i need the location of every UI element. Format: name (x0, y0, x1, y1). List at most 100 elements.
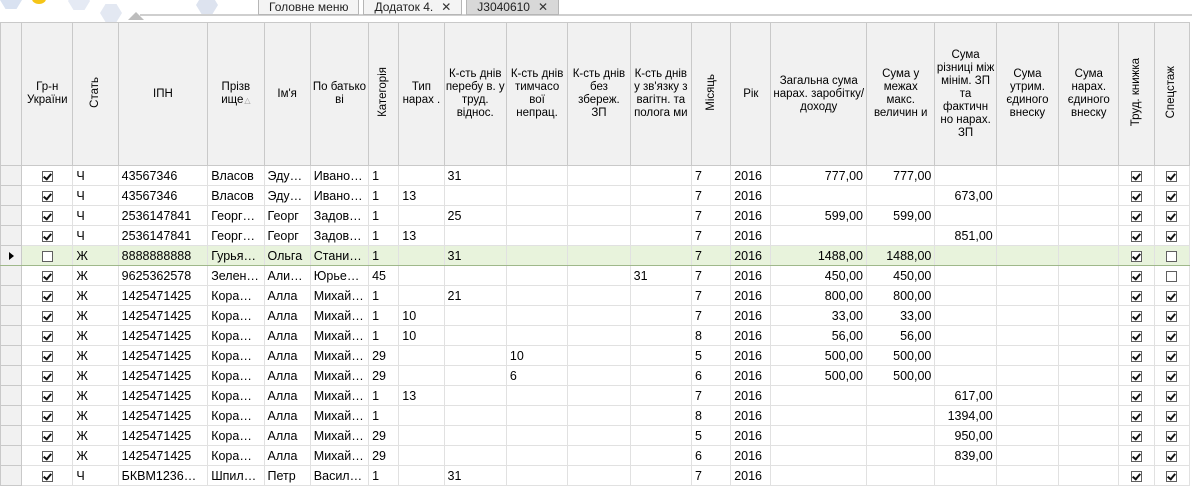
min-wage-diff-cell[interactable] (934, 325, 997, 346)
patronymic-cell[interactable]: Михай… (309, 385, 370, 406)
days-maternity-cell[interactable] (629, 205, 692, 226)
table-row[interactable]: Ж 1425471425 Кора… Алла Михай… 29 6 2016 839,00 (0, 445, 1191, 466)
patronymic-cell[interactable]: Михай… (309, 445, 370, 466)
min-wage-diff-cell[interactable] (934, 365, 997, 386)
sex-cell[interactable]: Ж (72, 325, 119, 346)
withheld-esv-cell[interactable] (995, 165, 1060, 186)
days-maternity-cell[interactable] (629, 285, 692, 306)
days-labor-cell[interactable] (443, 305, 507, 326)
table-row[interactable]: Ж 1425471425 Кора… Алла Михай… 1 10 7 2016 33,00 3… (0, 305, 1191, 326)
data-grid[interactable]: Гр-н України Стать ІПН Прізв ище△ Ім'я П… (0, 22, 1192, 487)
category-cell[interactable]: 1 (368, 305, 400, 326)
work-book-checkbox[interactable] (1131, 450, 1143, 462)
days-unpaid-cell[interactable] (567, 185, 631, 206)
days-disability-cell[interactable] (505, 465, 569, 486)
table-row[interactable]: Ч 43567346 Власов Эду… Ивано… 1 31 7 2016 777,00 7… (0, 165, 1191, 186)
month-cell[interactable]: 7 (690, 305, 732, 326)
accrued-esv-cell[interactable] (1058, 205, 1120, 226)
column-header-work-book[interactable]: Труд. книжка (1118, 22, 1155, 166)
sex-cell[interactable]: Ж (72, 405, 119, 426)
patronymic-cell[interactable]: Васил… (309, 465, 370, 486)
accrued-esv-cell[interactable] (1058, 265, 1120, 286)
accrual-type-cell[interactable]: 10 (398, 325, 445, 346)
surname-cell[interactable]: Гурья… (207, 245, 265, 266)
accrual-type-cell[interactable] (398, 265, 445, 286)
special-service-checkbox[interactable] (1166, 310, 1178, 322)
row-indicator[interactable] (0, 285, 23, 306)
surname-cell[interactable]: Шпил… (207, 465, 265, 486)
days-labor-cell[interactable]: 31 (443, 465, 507, 486)
ipn-cell[interactable]: 1425471425 (117, 425, 209, 446)
table-row[interactable]: Ч БКВМ1236… Шпил… Петр Васил… 1 31 7 2016 (0, 465, 1191, 486)
table-row[interactable]: Ж 1425471425 Кора… Алла Михай… 1 13 7 2016 617,00 (0, 385, 1191, 406)
patronymic-cell[interactable]: Юрье… (309, 265, 370, 286)
name-cell[interactable]: Петр (263, 465, 311, 486)
accrual-type-cell[interactable] (398, 425, 445, 446)
accrual-type-cell[interactable]: 13 (398, 225, 445, 246)
year-cell[interactable]: 2016 (730, 445, 772, 466)
patronymic-cell[interactable]: Ивано… (309, 165, 370, 186)
column-header-sex[interactable]: Стать (72, 22, 119, 166)
patronymic-cell[interactable]: Михай… (309, 345, 370, 366)
month-cell[interactable]: 7 (690, 285, 732, 306)
row-indicator[interactable] (0, 405, 23, 426)
withheld-esv-cell[interactable] (995, 425, 1060, 446)
work-book-checkbox[interactable] (1131, 470, 1143, 482)
withheld-esv-cell[interactable] (995, 185, 1060, 206)
days-labor-cell[interactable] (443, 185, 507, 206)
month-cell[interactable]: 7 (690, 265, 732, 286)
special-service-checkbox[interactable] (1166, 230, 1178, 242)
ipn-cell[interactable]: 1425471425 (117, 385, 209, 406)
accrual-type-cell[interactable]: 13 (398, 185, 445, 206)
total-income-cell[interactable] (770, 185, 867, 206)
work-book-checkbox[interactable] (1131, 290, 1143, 302)
column-header-month[interactable]: Місяць (690, 22, 732, 166)
min-wage-diff-cell[interactable] (934, 305, 997, 326)
work-book-checkbox[interactable] (1131, 370, 1143, 382)
column-header-patronymic[interactable]: По батько ві (309, 22, 370, 166)
row-indicator[interactable] (0, 385, 23, 406)
days-disability-cell[interactable] (505, 425, 569, 446)
accrued-esv-cell[interactable] (1058, 245, 1120, 266)
within-limits-cell[interactable]: 599,00 (865, 205, 936, 226)
days-maternity-cell[interactable] (629, 465, 692, 486)
within-limits-cell[interactable] (865, 225, 936, 246)
special-service-checkbox[interactable] (1166, 410, 1178, 422)
name-cell[interactable]: Алла (263, 285, 311, 306)
month-cell[interactable]: 8 (690, 405, 732, 426)
days-unpaid-cell[interactable] (567, 385, 631, 406)
sex-cell[interactable]: Ж (72, 385, 119, 406)
ipn-cell[interactable]: 43567346 (117, 165, 209, 186)
row-indicator[interactable] (0, 365, 23, 386)
surname-cell[interactable]: Кора… (207, 345, 265, 366)
days-disability-cell[interactable] (505, 265, 569, 286)
table-row[interactable]: Ч 2536147841 Георг… Георг Задов… 1 13 7 2016 851,… (0, 225, 1191, 246)
tab-j3040610[interactable]: J3040610 ✕ (466, 0, 560, 15)
name-cell[interactable]: Эду… (263, 165, 311, 186)
accrual-type-cell[interactable] (398, 445, 445, 466)
month-cell[interactable]: 5 (690, 425, 732, 446)
min-wage-diff-cell[interactable] (934, 265, 997, 286)
withheld-esv-cell[interactable] (995, 245, 1060, 266)
days-unpaid-cell[interactable] (567, 245, 631, 266)
accrual-type-cell[interactable] (398, 345, 445, 366)
work-book-checkbox[interactable] (1131, 250, 1143, 262)
category-cell[interactable]: 1 (368, 205, 400, 226)
month-cell[interactable]: 8 (690, 325, 732, 346)
surname-cell[interactable]: Георг… (207, 205, 265, 226)
total-income-cell[interactable] (770, 445, 867, 466)
accrued-esv-cell[interactable] (1058, 305, 1120, 326)
withheld-esv-cell[interactable] (995, 225, 1060, 246)
accrued-esv-cell[interactable] (1058, 285, 1120, 306)
total-income-cell[interactable] (770, 385, 867, 406)
within-limits-cell[interactable] (865, 445, 936, 466)
citizenship-checkbox[interactable] (41, 350, 53, 362)
row-indicator[interactable] (0, 325, 23, 346)
within-limits-cell[interactable]: 1488,00 (865, 245, 936, 266)
column-header-within-limits[interactable]: Сума у межах макс. величин и (865, 22, 936, 166)
within-limits-cell[interactable]: 500,00 (865, 345, 936, 366)
min-wage-diff-cell[interactable] (934, 245, 997, 266)
name-cell[interactable]: Алла (263, 445, 311, 466)
work-book-checkbox[interactable] (1131, 430, 1143, 442)
citizenship-checkbox[interactable] (41, 250, 53, 262)
